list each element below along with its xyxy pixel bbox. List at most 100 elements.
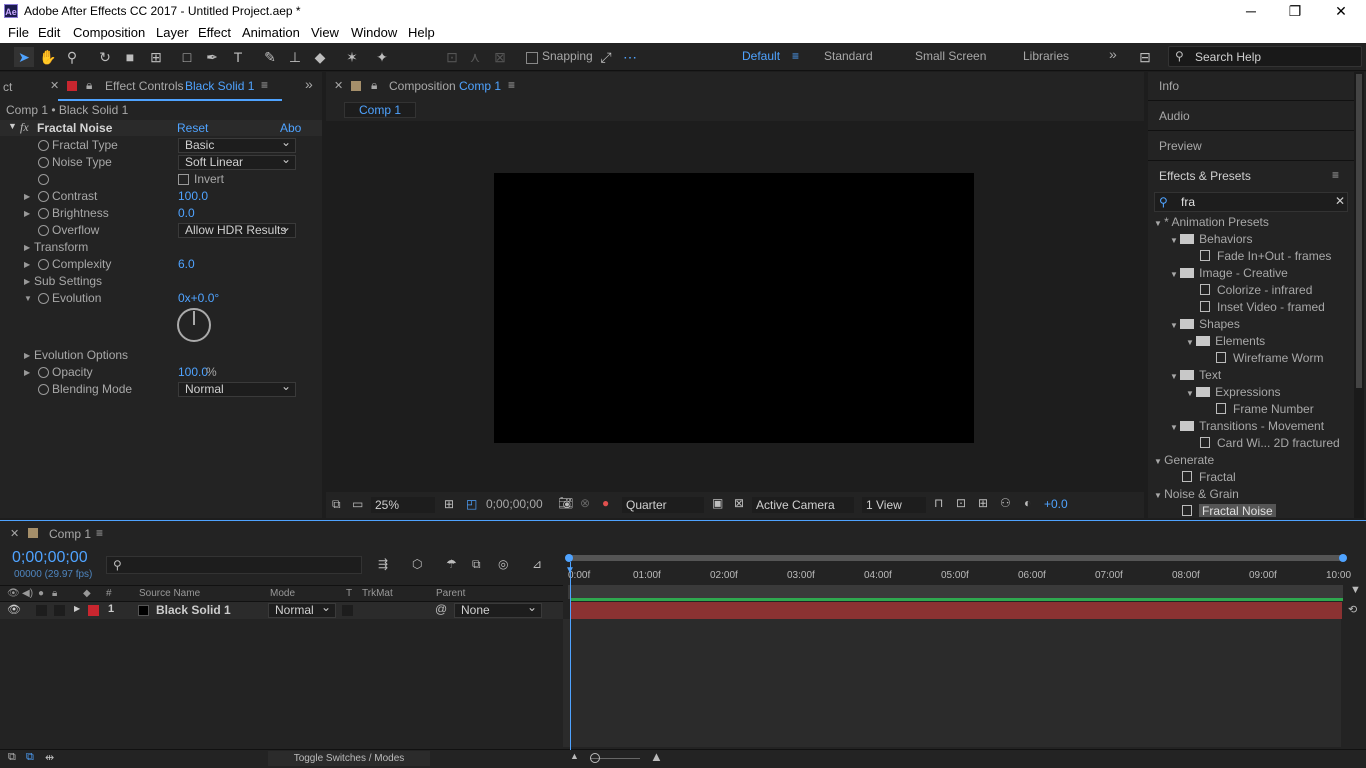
selection-tool-icon[interactable]: ➤ bbox=[14, 47, 34, 67]
effect-controls-tab-target[interactable]: Black Solid 1 bbox=[185, 79, 254, 93]
tree-item-wireframe-worm[interactable]: Wireframe Worm bbox=[1216, 350, 1323, 367]
search-help-field[interactable]: ⚲ Search Help bbox=[1168, 46, 1362, 67]
menu-help[interactable]: Help bbox=[408, 25, 435, 40]
zoom-dropdown[interactable]: 25% bbox=[371, 497, 435, 513]
motion-blur-icon[interactable]: ◎ bbox=[498, 557, 508, 571]
lock-toggle[interactable] bbox=[54, 605, 65, 616]
toggle-switches-modes-button[interactable]: Toggle Switches / Modes bbox=[268, 751, 430, 766]
workspace-default[interactable]: Default bbox=[742, 49, 780, 63]
maximize-button[interactable]: ❐ bbox=[1280, 2, 1310, 20]
view-axis-mode-icon[interactable]: ⊠ bbox=[490, 47, 510, 67]
graph-editor-icon[interactable]: ⊿ bbox=[532, 557, 542, 571]
eraser-tool-icon[interactable]: ◆ bbox=[310, 47, 330, 67]
snapshot-camera-icon[interactable]: 📷︎ bbox=[558, 496, 573, 510]
invert-checkbox[interactable] bbox=[178, 174, 189, 185]
composition-tab-target[interactable]: Comp 1 bbox=[459, 79, 501, 93]
collapse-triangle-icon[interactable]: ▼ bbox=[1170, 321, 1180, 330]
work-area-end-handle[interactable] bbox=[1339, 554, 1347, 562]
expand-triangle-icon[interactable]: ▶ bbox=[74, 604, 80, 613]
preview-panel-tab[interactable]: Preview bbox=[1159, 139, 1202, 153]
clone-stamp-tool-icon[interactable]: ⊥ bbox=[285, 47, 305, 67]
evolution-value[interactable]: 0x+0.0° bbox=[178, 290, 219, 307]
frame-blending-icon[interactable]: ⧉ bbox=[472, 557, 481, 572]
brightness-value[interactable]: 0.0 bbox=[178, 205, 195, 222]
zoom-slider-thumb[interactable] bbox=[590, 753, 600, 763]
stopwatch-icon[interactable] bbox=[38, 384, 49, 395]
tree-item-shapes[interactable]: ▼ Shapes bbox=[1170, 316, 1240, 333]
tree-item-inset-video[interactable]: Inset Video - framed bbox=[1200, 299, 1325, 316]
type-tool-icon[interactable]: T bbox=[228, 47, 248, 67]
expand-triangle-icon[interactable]: ▶ bbox=[24, 205, 30, 222]
column-mode[interactable]: Mode bbox=[270, 588, 295, 599]
zoom-tool-icon[interactable]: ⚲ bbox=[62, 47, 82, 67]
in-out-stretch-icon[interactable]: ⇹ bbox=[45, 751, 54, 764]
tree-item-image-creative[interactable]: ▼ Image - Creative bbox=[1170, 265, 1288, 282]
toggle-pixel-aspect-icon[interactable]: ⊓ bbox=[934, 496, 943, 510]
timeline-timecode[interactable]: 0;00;00;00 bbox=[12, 549, 88, 567]
collapse-triangle-icon[interactable]: ▼ bbox=[1170, 423, 1180, 432]
minimize-button[interactable]: ─ bbox=[1236, 2, 1266, 20]
lock-icon[interactable]: 🔒︎ bbox=[371, 78, 377, 93]
collapse-triangle-icon[interactable]: ▼ bbox=[1170, 270, 1180, 279]
tree-item-animation-presets[interactable]: ▼ * Animation Presets bbox=[1154, 214, 1269, 231]
rectangle-tool-icon[interactable]: □ bbox=[177, 47, 197, 67]
shy-layers-icon[interactable]: ☂ bbox=[446, 557, 457, 571]
contrast-value[interactable]: 100.0 bbox=[178, 188, 208, 205]
collapse-triangle-icon[interactable]: ▼ bbox=[24, 290, 32, 307]
snap-features-icon[interactable]: ⋯ bbox=[620, 47, 640, 67]
pick-whip-icon[interactable]: @ bbox=[435, 602, 447, 616]
tree-item-behaviors[interactable]: ▼ Behaviors bbox=[1170, 231, 1253, 248]
expand-triangle-icon[interactable]: ▶ bbox=[24, 273, 30, 290]
effects-presets-tab[interactable]: Effects & Presets bbox=[1159, 169, 1251, 183]
menu-effect[interactable]: Effect bbox=[198, 25, 231, 40]
column-trkmat[interactable]: TrkMat bbox=[362, 588, 393, 599]
blending-mode-dropdown[interactable]: Normal bbox=[178, 380, 296, 397]
expand-triangle-icon[interactable]: ▶ bbox=[24, 188, 30, 205]
fractal-type-dropdown[interactable]: Basic bbox=[178, 136, 296, 153]
evolution-dial[interactable] bbox=[177, 308, 211, 342]
panel-menu-icon[interactable]: ≡ bbox=[96, 526, 103, 540]
tree-item-card-wipe[interactable]: Card Wi... 2D fractured bbox=[1200, 435, 1340, 452]
opacity-value[interactable]: 100.0 bbox=[178, 364, 208, 381]
scrollbar-thumb[interactable] bbox=[1356, 74, 1362, 388]
menu-window[interactable]: Window bbox=[351, 25, 397, 40]
menu-view[interactable]: View bbox=[311, 25, 339, 40]
panel-menu-icon[interactable]: ≡ bbox=[1332, 168, 1339, 182]
complexity-value[interactable]: 6.0 bbox=[178, 256, 195, 273]
menu-layer[interactable]: Layer bbox=[156, 25, 189, 40]
brush-tool-icon[interactable]: ✎ bbox=[260, 47, 280, 67]
comp-mini-flowchart-icon[interactable]: ⇶ bbox=[378, 557, 388, 571]
noise-type-dropdown[interactable]: Soft Linear bbox=[178, 153, 296, 170]
draft-3d-icon[interactable]: ⬡ bbox=[412, 557, 422, 571]
tree-item-fractal-noise[interactable]: Fractal Noise bbox=[1182, 503, 1276, 517]
always-preview-icon[interactable]: ⧉ bbox=[332, 497, 341, 512]
tree-item-text[interactable]: ▼ Text bbox=[1170, 367, 1221, 384]
tree-item-noise-grain[interactable]: ▼ Noise & Grain bbox=[1154, 486, 1239, 503]
world-axis-mode-icon[interactable]: ⋏ bbox=[465, 47, 485, 67]
resolution-dropdown[interactable]: Quarter bbox=[622, 497, 704, 513]
layer-switches-icon[interactable]: ⧉ bbox=[8, 751, 16, 764]
close-tab-icon[interactable]: ✕ bbox=[334, 79, 343, 92]
tree-item-frame-number[interactable]: Frame Number bbox=[1216, 401, 1314, 418]
zoom-out-icon[interactable]: ▲ bbox=[570, 751, 579, 761]
fast-previews-icon[interactable]: ⊡ bbox=[956, 496, 966, 510]
stopwatch-icon[interactable] bbox=[38, 157, 49, 168]
close-window-button[interactable]: ✕ bbox=[1326, 2, 1356, 20]
tree-item-generate[interactable]: ▼ Generate bbox=[1154, 452, 1214, 469]
collapse-triangle-icon[interactable]: ▼ bbox=[1154, 491, 1164, 500]
region-of-interest-icon[interactable]: ◰ bbox=[466, 497, 477, 511]
monitor-icon[interactable]: ▭ bbox=[352, 497, 363, 511]
visibility-eye-icon[interactable]: 👁︎ bbox=[7, 603, 21, 616]
zoom-in-icon[interactable]: ▲ bbox=[650, 749, 663, 764]
workspace-menu-icon[interactable]: ≡ bbox=[792, 49, 799, 63]
composition-canvas[interactable] bbox=[494, 173, 974, 443]
column-source-name[interactable]: Source Name bbox=[139, 588, 200, 599]
tree-item-expressions[interactable]: ▼ Expressions bbox=[1186, 384, 1281, 401]
audio-toggle[interactable] bbox=[36, 605, 47, 616]
collapse-triangle-icon[interactable]: ▼ bbox=[1186, 338, 1196, 347]
snap-edges-icon[interactable]: ⤢ bbox=[596, 47, 616, 67]
workspace-small-screen[interactable]: Small Screen bbox=[915, 49, 986, 63]
expand-triangle-icon[interactable]: ▶ bbox=[24, 347, 30, 364]
audio-panel-tab[interactable]: Audio bbox=[1159, 109, 1190, 123]
timeline-icon[interactable]: ⊞ bbox=[978, 496, 988, 510]
